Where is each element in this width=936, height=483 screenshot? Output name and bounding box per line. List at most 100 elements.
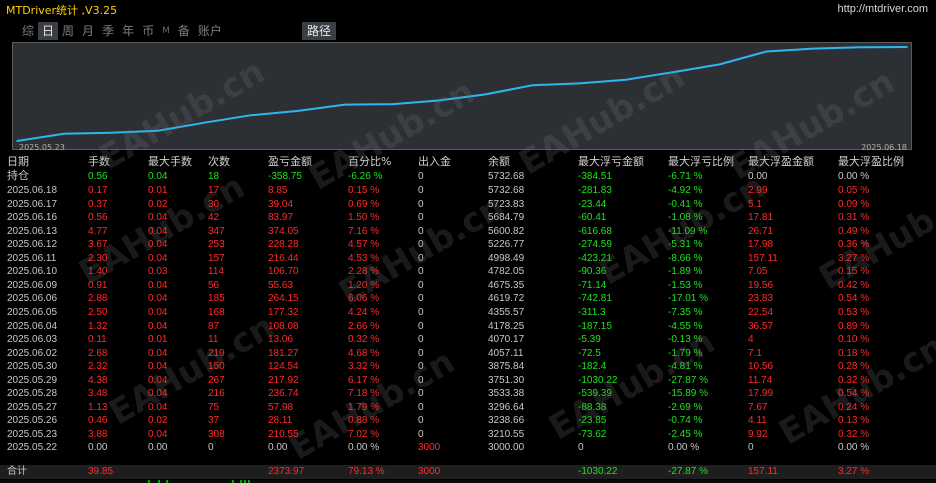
cell-max-float-loss-pct: -4.92 %: [668, 185, 703, 196]
equity-point: [578, 82, 580, 85]
column-header-percent[interactable]: 百分比%: [348, 155, 391, 169]
table-row[interactable]: 2025.06.10 1.40 0.03 114 106.70 2.28 % 0 4782.0…: [0, 265, 936, 278]
cell-max-float-profit: 157.11: [748, 252, 778, 264]
tab-0[interactable]: 综: [18, 22, 38, 40]
column-header-max-lots[interactable]: 最大手数: [148, 155, 192, 169]
cell-deposit: 0: [418, 252, 424, 264]
cell-balance: 3210.55: [488, 428, 525, 440]
cell-max-float-loss: -88.38: [578, 401, 607, 413]
table-row[interactable]: 2025.05.27 1.13 0.04 75 57.98 1.79 % 0 3296.64 -…: [0, 401, 936, 414]
cell-max-float-profit-pct: 0.00 %: [838, 442, 870, 454]
tab-1[interactable]: 日: [38, 22, 59, 40]
cell-date: 2025.05.30: [7, 361, 58, 373]
table-row[interactable]: 2025.06.11 2.30 0.04 157 216.44 4.53 % 0 4998.4…: [0, 252, 936, 265]
cell-lots: 1.13: [88, 401, 108, 413]
table-row[interactable]: 2025.05.29 4.38 0.04 267 217.92 6.17 % 0 3751.3…: [0, 374, 936, 387]
column-header-lots[interactable]: 手数: [88, 155, 110, 169]
cell-max-float-profit: 36.57: [748, 320, 774, 332]
cell-max-float-profit: 11.74: [748, 374, 773, 386]
cell-pnl: 28.11: [268, 415, 293, 427]
cell-pnl: 39.04: [268, 198, 294, 210]
column-header-deposit[interactable]: 出入金: [418, 155, 451, 169]
cell-pnl: 83.97: [268, 212, 294, 224]
cell-trade-count: 219: [208, 347, 225, 359]
table-row[interactable]: 2025.05.23 3.88 0.04 308 210.55 7.02 % 0 3210.5…: [0, 428, 936, 441]
table-row[interactable]: 2025.06.02 2.68 0.04 219 181.27 4.68 % 0 4057.1…: [0, 347, 936, 360]
tab-4[interactable]: 季: [98, 22, 118, 40]
cell-max-float-loss: -182.4: [578, 361, 607, 373]
cell-max-float-loss: -23.44: [578, 198, 607, 210]
table-row[interactable]: 2025.05.28 3.48 0.04 216 236.74 7.18 % 0 3533.3…: [0, 387, 936, 400]
table-row[interactable]: 2025.06.12 3.67 0.04 253 228.28 4.57 % 0 5226.7…: [0, 238, 936, 251]
website-link[interactable]: http://mtdriver.com: [838, 3, 928, 15]
cell-balance: 3533.38: [488, 388, 525, 400]
column-header-pnl[interactable]: 盈亏金额: [268, 155, 312, 169]
equity-point: [765, 50, 768, 53]
table-row[interactable]: 2025.06.05 2.50 0.04 168 177.32 4.24 % 0 4355.5…: [0, 306, 936, 319]
tab-2[interactable]: 周: [58, 22, 78, 40]
cell-balance: 4070.17: [488, 334, 525, 346]
cell-pnl: 264.15: [268, 293, 299, 305]
table-row[interactable]: 2025.06.03 0.11 0.01 11 13.06 0.32 % 0 4070.17 -…: [0, 333, 936, 346]
tab-route[interactable]: 路径: [302, 22, 337, 40]
table-row[interactable]: 2025.06.17 0.37 0.02 30 39.04 0.69 % 0 5723.83 -…: [0, 198, 936, 211]
cell-max-float-profit-pct: 0.18 %: [838, 347, 870, 359]
table-row[interactable]: 2025.05.26 0.46 0.02 37 28.11 0.88 % 0 3238.66 -…: [0, 414, 936, 427]
column-header-date[interactable]: 日期: [7, 155, 29, 169]
cell-deposit: 0: [418, 374, 424, 386]
tab-8[interactable]: 备: [174, 22, 194, 40]
cell-balance: 4355.57: [488, 306, 525, 318]
column-header-max-float-profit[interactable]: 最大浮盈金额: [748, 155, 814, 169]
cell-balance: 4057.11: [488, 347, 524, 359]
cell-balance: 3751.30: [488, 374, 525, 386]
table-row[interactable]: 2025.06.13 4.77 0.04 347 374.05 7.16 % 0 5600.8…: [0, 225, 936, 238]
total-row[interactable]: 合计 39.85 2373.97 79.13 % 3000 -1030.22 -27.87 …: [0, 465, 936, 479]
column-header-max-float-profit-pct[interactable]: 最大浮盈比例: [838, 155, 904, 169]
column-header-max-float-loss[interactable]: 最大浮亏金额: [578, 155, 644, 169]
equity-point: [906, 46, 908, 48]
cell-trade-count: 56: [208, 279, 220, 291]
holding-row[interactable]: 持仓 0.56 0.04 18 -358.75 -6.26 % 0 5732.68 -384.5…: [0, 170, 936, 183]
cell-deposit: 0: [418, 293, 424, 305]
tab-6[interactable]: 币: [138, 22, 158, 40]
cell-date: 2025.06.09: [7, 279, 58, 291]
table-row[interactable]: 2025.06.04 1.32 0.04 87 108.08 2.66 % 0 4178.25…: [0, 320, 936, 333]
cell-max-float-loss-pct: 0.00 %: [668, 442, 700, 454]
cell-pnl: 374.05: [268, 225, 299, 237]
table-row[interactable]: 2025.06.06 2.88 0.04 185 264.15 6.06 % 0 4619.7…: [0, 292, 936, 305]
cell-max-float-profit-pct: 0.10 %: [838, 334, 870, 346]
cell-percent: 2.66 %: [348, 320, 380, 332]
table-row[interactable]: 2025.06.18 0.17 0.01 17 8.85 0.15 % 0 5732.68 -2…: [0, 184, 936, 197]
cell-max-float-profit: 26.71: [748, 225, 774, 237]
cell-max-float-profit-pct: 0.36 %: [838, 239, 870, 251]
equity-curve-chart: 2025.05.23 2025.06.18: [12, 42, 912, 152]
table-row[interactable]: 2025.05.22 0.00 0.00 0 0.00 0.00 % 3000 3000.00…: [0, 441, 936, 454]
equity-point: [203, 121, 206, 124]
cell-lots: 39.85: [88, 466, 114, 477]
cell-percent: 1.79 %: [348, 401, 380, 413]
table-row[interactable]: 2025.06.16 0.56 0.04 42 83.97 1.50 % 0 5684.79 -…: [0, 211, 936, 224]
equity-point: [63, 132, 65, 135]
tab-9[interactable]: 账户: [194, 22, 226, 40]
column-header-balance[interactable]: 余额: [488, 155, 510, 169]
equity-point: [625, 78, 627, 81]
cell-max-float-loss-pct: -1.89 %: [668, 266, 703, 278]
cell-balance: 4675.35: [488, 279, 525, 291]
cell-date: 2025.06.03: [7, 334, 58, 346]
cell-trade-count: 216: [208, 388, 225, 400]
cell-date: 2025.06.05: [7, 306, 58, 318]
column-header-max-float-loss-pct[interactable]: 最大浮亏比例: [668, 155, 734, 169]
tab-5[interactable]: 年: [118, 22, 138, 40]
cell-max-float-loss: -5.39: [578, 334, 601, 346]
cell-trade-count: 11: [208, 334, 219, 346]
cell-deposit: 0: [418, 212, 424, 224]
tab-7[interactable]: M: [158, 22, 174, 40]
table-row[interactable]: 2025.06.09 0.91 0.04 56 55.63 1.20 % 0 4675.35 -…: [0, 279, 936, 292]
cell-percent: 6.17 %: [348, 374, 380, 386]
column-header-trade-count[interactable]: 次数: [208, 155, 230, 169]
tab-3[interactable]: 月: [78, 22, 98, 40]
cell-date: 2025.06.16: [7, 212, 58, 224]
table-row[interactable]: 2025.05.30 2.32 0.04 150 124.54 3.32 % 0 3875.8…: [0, 360, 936, 373]
cell-lots: 0.56: [88, 171, 108, 182]
cell-max-float-loss-pct: -1.53 %: [668, 279, 703, 291]
